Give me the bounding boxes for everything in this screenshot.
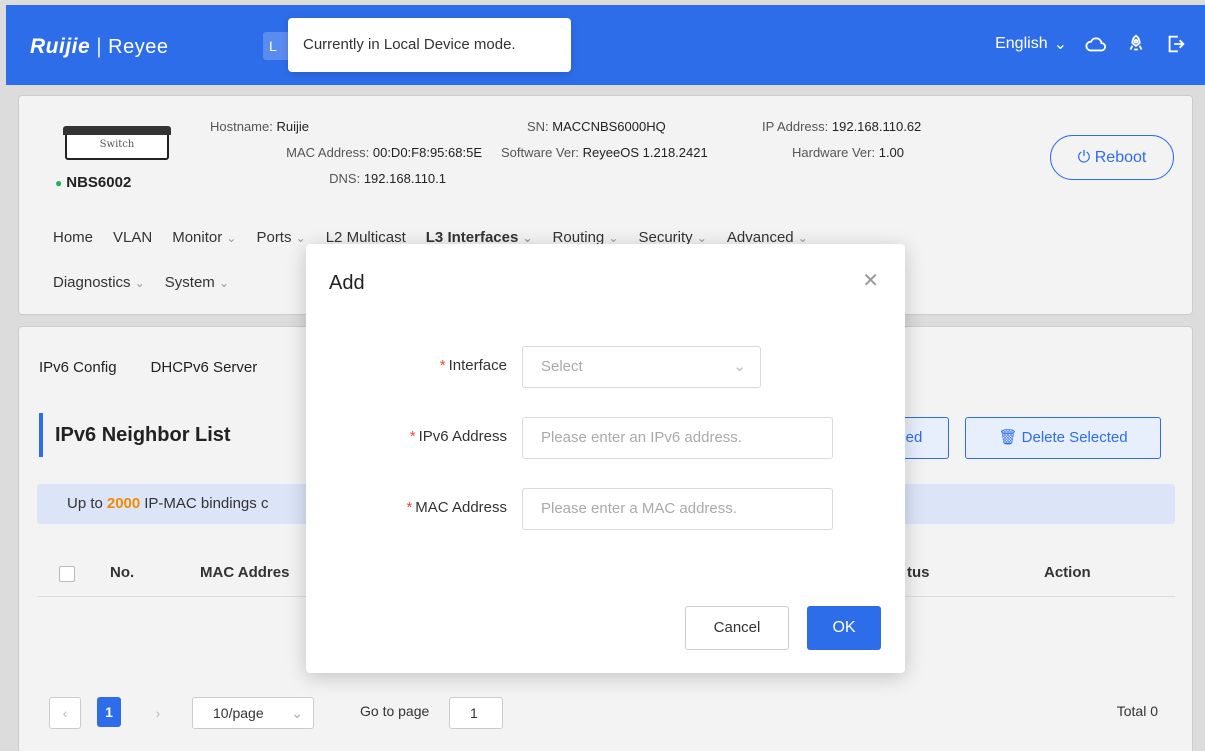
- menu-ports[interactable]: Ports ⌄: [256, 229, 305, 246]
- goto-label: Go to page: [360, 703, 430, 719]
- mode-tooltip: Currently in Local Device mode.: [288, 18, 571, 72]
- interface-label: * Interface: [439, 357, 507, 374]
- ipv6-address-label: * IPv6 Address: [409, 428, 507, 445]
- section-title: IPv6 Neighbor List: [39, 413, 231, 457]
- mac-address-input[interactable]: Please enter a MAC address.: [522, 488, 833, 530]
- pagination: ‹ 1 › 10/page ⌄ Go to page 1 Total 0: [19, 687, 1192, 747]
- page-1-button[interactable]: 1: [97, 697, 121, 727]
- menu-system[interactable]: System ⌄: [165, 274, 229, 291]
- chevron-down-icon: ⌄: [291, 705, 303, 721]
- ipv6-address-input[interactable]: Please enter an IPv6 address.: [522, 417, 833, 459]
- interface-select[interactable]: Select ⌄: [522, 346, 761, 388]
- brand-logo: Ruijie | Reyee: [30, 35, 169, 58]
- upgrade-rocket-icon[interactable]: [1125, 33, 1147, 55]
- tab-ipv6-config[interactable]: IPv6 Config: [39, 359, 117, 376]
- column-no: No.: [110, 564, 135, 581]
- delete-selected-button[interactable]: 🗑︎ Delete Selected: [965, 417, 1161, 459]
- trash-icon: 🗑︎: [998, 429, 1018, 446]
- column-action: Action: [1044, 564, 1091, 581]
- column-status: tus: [907, 564, 930, 581]
- chevron-down-icon: ⌄: [1053, 36, 1067, 53]
- switch-device-image: Switch: [63, 126, 171, 160]
- dns-row: DNS: 192.168.110.1: [329, 171, 446, 186]
- online-status-dot: ●: [55, 176, 63, 190]
- menu-diagnostics[interactable]: Diagnostics ⌄: [53, 274, 145, 291]
- column-mac: MAC Addres: [200, 564, 290, 581]
- dialog-title: Add: [329, 272, 365, 294]
- cloud-icon[interactable]: [1085, 33, 1107, 55]
- cancel-button[interactable]: Cancel: [685, 606, 789, 650]
- logout-icon[interactable]: [1165, 33, 1187, 55]
- total-count: Total 0: [1116, 703, 1158, 719]
- add-neighbor-dialog: Add ✕ * Interface Select ⌄ * IPv6 Address P…: [306, 244, 905, 673]
- prev-page-button[interactable]: ‹: [49, 697, 81, 729]
- tab-dhcpv6-server[interactable]: DHCPv6 Server: [151, 359, 258, 376]
- hostname-row: Hostname: Ruijie: [209, 119, 309, 134]
- main-menu-row2: Diagnostics ⌄ System ⌄: [53, 274, 229, 291]
- select-all-checkbox[interactable]: [59, 566, 75, 582]
- ok-button[interactable]: OK: [807, 606, 881, 650]
- page-size-select[interactable]: 10/page ⌄: [192, 697, 314, 729]
- sn-row: SN: MACCNBS6000HQ: [527, 119, 666, 134]
- close-icon[interactable]: ✕: [862, 268, 879, 293]
- software-row: Software Ver: ReyeeOS 1.218.2421: [501, 145, 708, 160]
- power-icon: ⏻: [1077, 149, 1091, 166]
- chevron-down-icon: ⌄: [733, 358, 746, 375]
- reboot-button[interactable]: ⏻ Reboot: [1050, 135, 1174, 180]
- menu-monitor[interactable]: Monitor ⌄: [172, 229, 236, 246]
- mac-row: MAC Address: 00:D0:F8:95:68:5E: [286, 145, 482, 160]
- sub-tabs: IPv6 Config DHCPv6 Server: [39, 359, 257, 376]
- menu-vlan[interactable]: VLAN: [113, 229, 152, 246]
- menu-home[interactable]: Home: [53, 229, 93, 246]
- mac-address-label: * MAC Address: [406, 499, 507, 516]
- goto-page-input[interactable]: 1: [449, 697, 503, 729]
- next-page-button[interactable]: ›: [142, 697, 174, 729]
- ip-row: IP Address: 192.168.110.62: [762, 119, 922, 134]
- top-bar: Ruijie | Reyee L English ⌄: [6, 5, 1205, 85]
- device-model: ● NBS6002: [55, 174, 132, 191]
- hardware-row: Hardware Ver: 1.00: [792, 145, 905, 160]
- language-selector[interactable]: English ⌄: [995, 34, 1067, 54]
